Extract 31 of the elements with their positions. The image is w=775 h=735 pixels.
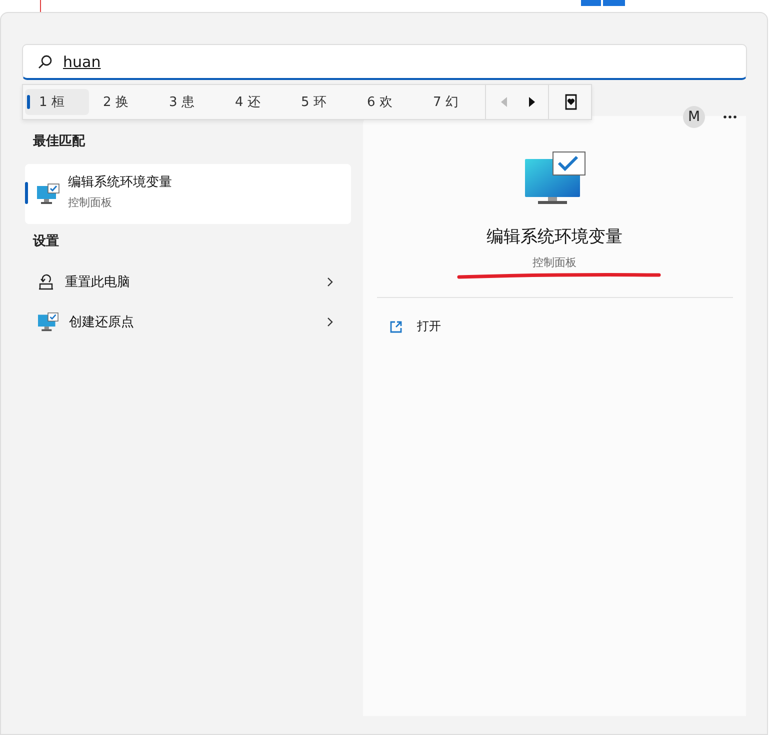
search-text: huan — [63, 52, 101, 70]
window-logo-icon — [581, 0, 625, 6]
candidate-item[interactable]: 5 环 — [287, 89, 353, 115]
search-icon — [37, 54, 53, 70]
result-item[interactable]: 编辑系统环境变量 控制面板 — [25, 164, 351, 224]
details-title: 编辑系统环境变量 — [486, 226, 622, 248]
account-avatar[interactable]: M — [683, 106, 705, 128]
candidate-item[interactable]: 2 换 — [89, 89, 155, 115]
section-heading: 最佳匹配 — [32, 133, 86, 151]
details-subtitle: 控制面板 — [532, 255, 576, 270]
candidate-item[interactable]: 4 还 — [221, 89, 287, 115]
monitor-icon — [524, 151, 586, 205]
open-action[interactable]: 打开 — [389, 318, 441, 335]
section-heading: 设置 — [32, 233, 60, 251]
result-title: 编辑系统环境变量 — [68, 174, 172, 190]
candidate-item[interactable]: 3 患 — [155, 89, 221, 115]
reset-icon — [37, 274, 55, 290]
settings-item[interactable]: 重置此电脑 — [25, 262, 351, 302]
candidate-item[interactable]: 7 幻 — [419, 89, 485, 115]
chevron-icon — [327, 277, 333, 287]
candidate-item[interactable]: 6 欢 — [353, 89, 419, 115]
monitor-icon — [37, 312, 59, 332]
search-field[interactable]: huan — [22, 44, 747, 80]
next-icon[interactable] — [528, 97, 536, 107]
monitor-icon — [36, 183, 60, 205]
settings-item[interactable]: 创建还原点 — [25, 302, 351, 342]
chevron-icon — [327, 317, 333, 327]
more-icon[interactable] — [723, 115, 737, 119]
result-subtitle: 控制面板 — [68, 194, 113, 210]
open-external-icon — [389, 320, 403, 334]
candidate-item[interactable]: 1 桓 — [25, 89, 89, 115]
